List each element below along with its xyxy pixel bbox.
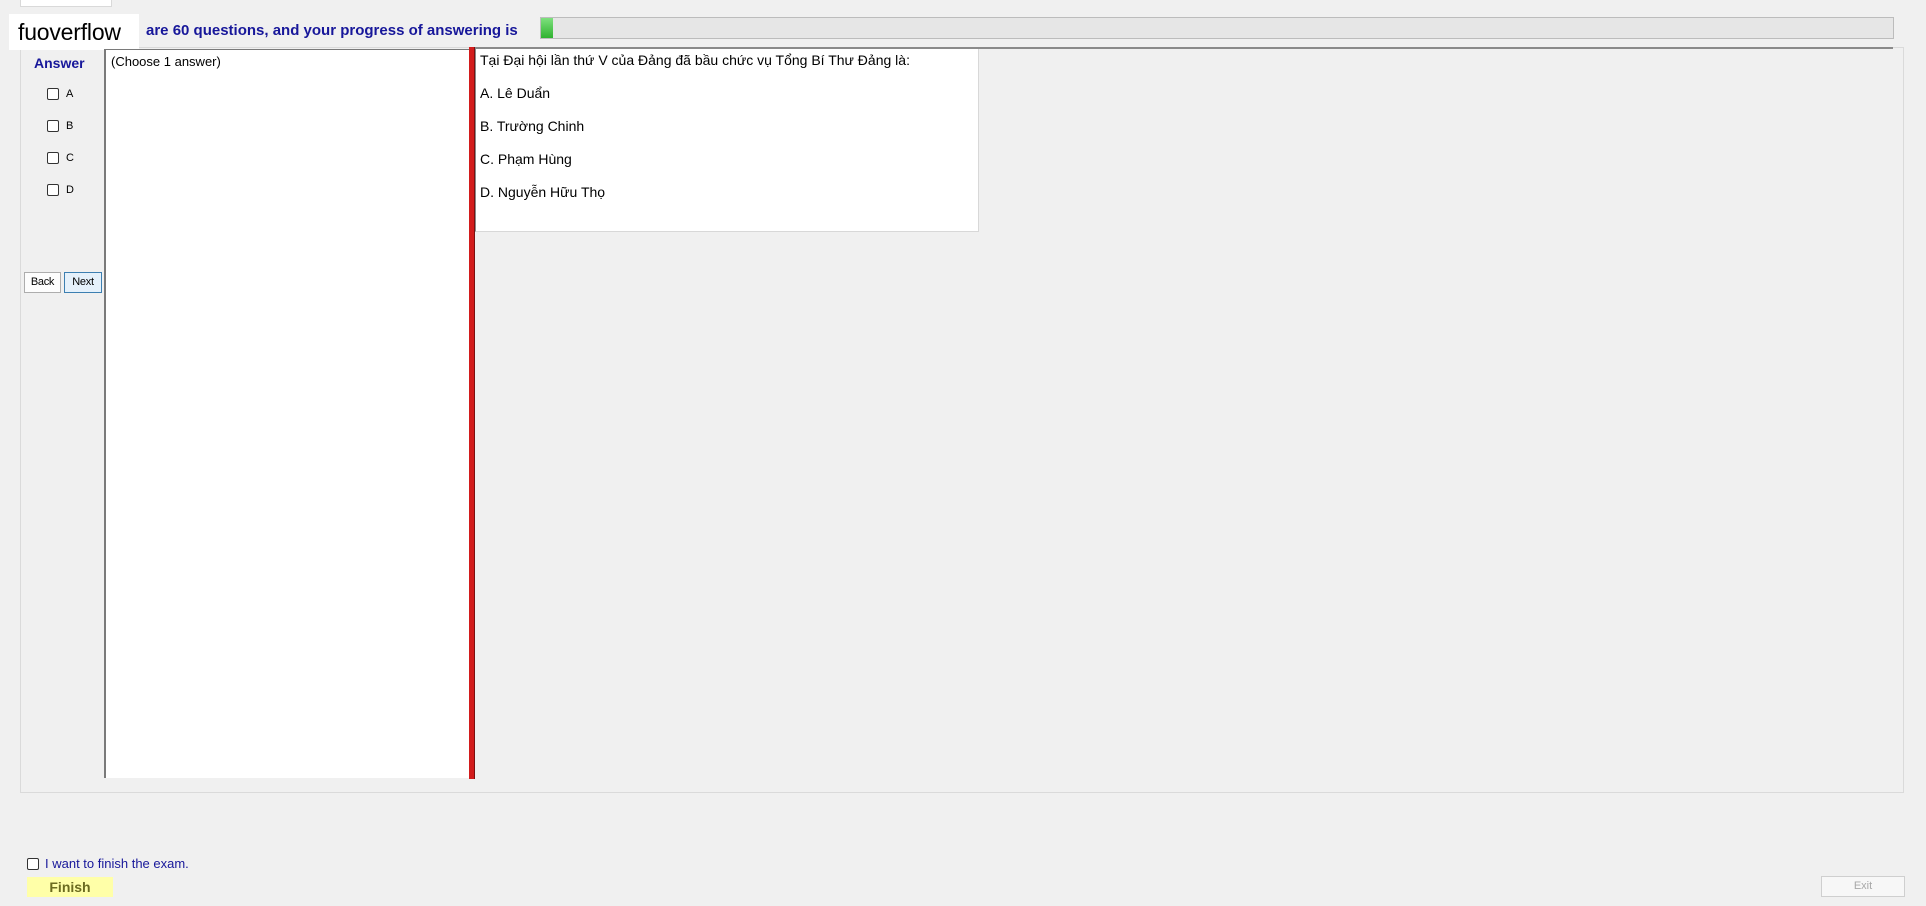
- finish-exam-option[interactable]: I want to finish the exam.: [27, 856, 189, 871]
- answer-option-b[interactable]: B: [47, 118, 73, 134]
- answer-option-label: C: [66, 152, 74, 164]
- progress-bar-fill: [541, 18, 554, 38]
- progress-label: are 60 questions, and your progress of a…: [146, 22, 518, 39]
- answer-b-checkbox[interactable]: [47, 120, 59, 132]
- exit-button[interactable]: Exit: [1821, 876, 1905, 897]
- answer-d-checkbox[interactable]: [47, 184, 59, 196]
- question-choice-c: C. Phạm Hùng: [480, 151, 572, 167]
- answer-heading: Answer: [34, 55, 85, 71]
- finish-button[interactable]: Finish: [27, 877, 113, 897]
- question-choice-b: B. Trường Chinh: [480, 118, 585, 134]
- answer-option-label: D: [66, 184, 74, 196]
- answer-option-a[interactable]: A: [47, 86, 73, 102]
- question-choice-a: A. Lê Duẩn: [480, 85, 551, 101]
- answer-option-c[interactable]: C: [47, 150, 74, 166]
- answer-c-checkbox[interactable]: [47, 152, 59, 164]
- answer-a-checkbox[interactable]: [47, 88, 59, 100]
- question-pane: [475, 49, 979, 232]
- answer-option-d[interactable]: D: [47, 182, 74, 198]
- back-button[interactable]: Back: [24, 272, 61, 293]
- finish-exam-checkbox[interactable]: [27, 857, 39, 870]
- window-tab: [20, 0, 112, 7]
- next-button[interactable]: Next: [64, 272, 102, 293]
- progress-bar: [540, 17, 1894, 39]
- answer-option-label: A: [66, 88, 74, 100]
- instruction-pane: [104, 49, 469, 778]
- question-text: Tại Đại hội lần thứ V của Đảng đã bầu ch…: [480, 52, 910, 68]
- answer-option-label: B: [66, 120, 74, 132]
- instruction-text: (Choose 1 answer): [111, 54, 221, 69]
- finish-exam-label: I want to finish the exam.: [45, 856, 189, 871]
- watermark: fuoverflow: [9, 14, 139, 50]
- question-choice-d: D. Nguyễn Hữu Thọ: [480, 184, 606, 200]
